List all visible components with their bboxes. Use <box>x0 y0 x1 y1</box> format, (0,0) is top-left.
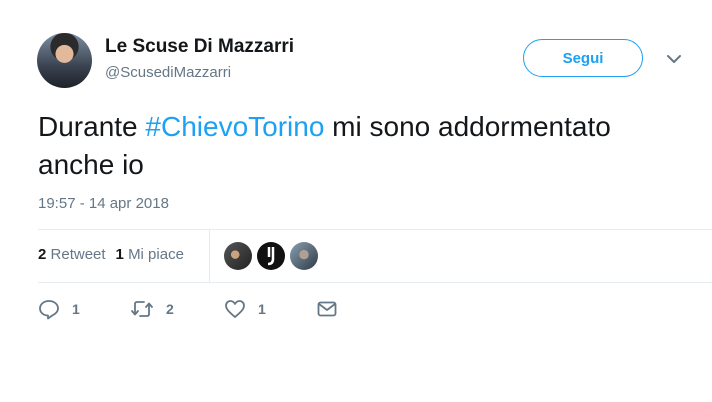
retweets-label: Retweet <box>50 246 106 263</box>
divider <box>38 282 712 283</box>
chevron-down-icon[interactable] <box>665 52 683 66</box>
author-avatar[interactable] <box>37 33 92 88</box>
likes-count: 1 <box>115 246 124 263</box>
retweets-stat[interactable]: 2 Retweet <box>38 246 106 263</box>
reply-icon <box>39 300 59 320</box>
juventus-logo-icon <box>267 247 275 266</box>
tweet-text-before: Durante <box>38 111 146 142</box>
reply-count: 1 <box>72 301 80 317</box>
stats-separator <box>209 230 210 282</box>
retweet-count: 2 <box>166 301 174 317</box>
likes-label: Mi piace <box>128 246 184 263</box>
follow-button[interactable]: Segui <box>523 39 643 77</box>
liker-avatar[interactable] <box>224 242 252 270</box>
author-name[interactable]: Le Scuse Di Mazzarri <box>105 36 294 58</box>
mail-icon <box>317 301 337 317</box>
retweet-icon <box>131 301 153 317</box>
liker-avatar[interactable] <box>257 242 285 270</box>
liker-avatar[interactable] <box>290 242 318 270</box>
author-handle[interactable]: @ScusediMazzarri <box>105 64 231 81</box>
direct-message-button[interactable] <box>316 298 338 320</box>
heart-icon <box>225 300 245 318</box>
like-count: 1 <box>258 301 266 317</box>
engagement-stats: 2 Retweet 1 Mi piace <box>38 246 184 263</box>
like-button[interactable]: 1 <box>224 298 266 320</box>
tweet-text: Durante #ChievoTorino mi sono addormenta… <box>38 108 678 184</box>
divider <box>38 229 712 230</box>
retweet-button[interactable]: 2 <box>130 298 174 320</box>
likes-stat[interactable]: 1 Mi piace <box>116 246 184 263</box>
tweet-timestamp[interactable]: 19:57 - 14 apr 2018 <box>38 195 169 212</box>
retweets-count: 2 <box>38 246 47 263</box>
hashtag-link[interactable]: #ChievoTorino <box>145 111 324 142</box>
reply-button[interactable]: 1 <box>38 298 80 320</box>
